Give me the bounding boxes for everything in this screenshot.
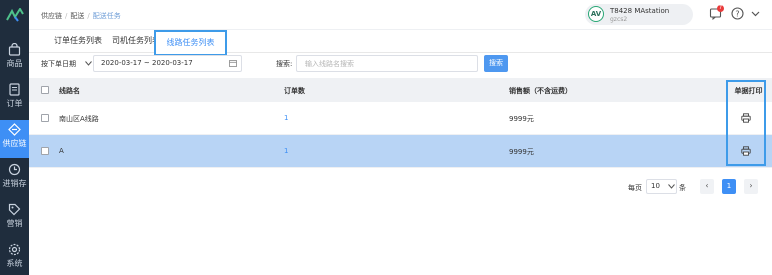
breadcrumb-current: 配送任务	[92, 12, 121, 20]
sales-amount: 9999元	[509, 115, 534, 123]
user-menu[interactable]: AV T8428 MAstation gzcs2	[585, 4, 693, 25]
page-button-current[interactable]: 1	[722, 179, 736, 194]
table-header: 线路名 订单数 销售额（不含运费） 单据打印	[29, 78, 772, 102]
column-header: 线路名	[59, 87, 80, 95]
sidebar-item-label: 系统	[6, 259, 23, 268]
user-account: gzcs2	[610, 16, 628, 23]
select-all-checkbox[interactable]	[41, 86, 49, 94]
bag-icon	[8, 43, 21, 56]
per-page-label: 每页	[628, 184, 642, 192]
table-row[interactable]: A 1 9999元	[29, 135, 772, 168]
breadcrumb-item[interactable]: 配送	[70, 12, 84, 20]
row-checkbox[interactable]	[41, 147, 49, 155]
chevron-down-icon[interactable]	[749, 7, 762, 20]
sidebar-item-label: 订单	[6, 99, 23, 108]
supply-chain-icon	[8, 123, 21, 136]
order-icon	[9, 83, 20, 96]
task-tabs: 订单任务列表 司机任务列表 线路任务列表	[29, 30, 772, 56]
avatar: AV	[588, 6, 604, 22]
sidebar-item-inventory[interactable]: 进销存	[0, 160, 29, 198]
order-count-link[interactable]: 1	[284, 114, 288, 122]
help-icon[interactable]: ?	[731, 7, 744, 20]
route-name: 南山区A线路	[59, 115, 99, 123]
sidebar-item-goods[interactable]: 商品	[0, 40, 29, 78]
date-range-value: 2020-03-17 ~ 2020-03-17	[101, 59, 193, 67]
breadcrumb: 供应链 / 配送 / 配送任务	[41, 12, 121, 20]
pagination: 每页 10 条 ‹ 1 ›	[29, 178, 772, 196]
printer-icon[interactable]	[741, 113, 751, 123]
filter-bar: 按下单日期 2020-03-17 ~ 2020-03-17 搜索: 搜索	[29, 53, 772, 77]
table-row[interactable]: 南山区A线路 1 9999元	[29, 102, 772, 135]
page-size-value: 10	[651, 182, 660, 190]
inventory-icon	[8, 163, 21, 176]
chevron-down-icon	[668, 184, 675, 189]
column-header: 单据打印	[734, 87, 763, 95]
column-header: 订单数	[284, 87, 305, 95]
search-label: 搜索:	[276, 60, 293, 68]
gear-icon	[8, 243, 21, 256]
sidebar-item-marketing[interactable]: 营销	[0, 200, 29, 238]
sidebar-item-label: 商品	[6, 59, 23, 68]
sidebar: 商品 订单 供应链 进销存 营销 系统	[0, 0, 29, 275]
calendar-icon	[229, 60, 237, 67]
sales-amount: 9999元	[509, 148, 534, 156]
top-header: 供应链 / 配送 / 配送任务 AV T8428 MAstation gzcs2 7 ?	[29, 0, 772, 30]
route-name: A	[59, 147, 64, 155]
sidebar-item-label: 营销	[6, 219, 23, 228]
printer-icon[interactable]	[741, 146, 751, 156]
chevron-down-icon	[85, 61, 92, 66]
notification-badge: 7	[717, 5, 724, 12]
row-checkbox[interactable]	[41, 114, 49, 122]
page-size-unit: 条	[679, 184, 686, 192]
tag-icon	[8, 203, 21, 216]
sidebar-item-system[interactable]: 系统	[0, 240, 29, 275]
date-type-select[interactable]: 按下单日期	[41, 56, 93, 72]
sidebar-item-supply-chain[interactable]: 供应链	[0, 120, 29, 158]
column-header: 销售额（不含运费）	[509, 87, 572, 95]
page-size-select[interactable]: 10	[646, 179, 677, 194]
sidebar-item-orders[interactable]: 订单	[0, 80, 29, 118]
date-range-picker[interactable]: 2020-03-17 ~ 2020-03-17	[93, 55, 242, 72]
search-button[interactable]: 搜索	[484, 55, 508, 72]
route-search-input[interactable]	[296, 55, 478, 72]
prev-page-button[interactable]: ‹	[700, 179, 714, 194]
order-count-link[interactable]: 1	[284, 147, 288, 155]
next-page-button[interactable]: ›	[744, 179, 758, 194]
svg-text:?: ?	[735, 9, 739, 18]
user-name: T8428 MAstation	[610, 7, 670, 15]
logo-icon	[6, 8, 24, 22]
breadcrumb-item[interactable]: 供应链	[41, 12, 62, 20]
date-type-value: 按下单日期	[41, 60, 76, 68]
sidebar-item-label: 进销存	[2, 179, 27, 188]
sidebar-item-label: 供应链	[2, 139, 27, 148]
tab-order-tasks[interactable]: 订单任务列表	[46, 30, 110, 53]
